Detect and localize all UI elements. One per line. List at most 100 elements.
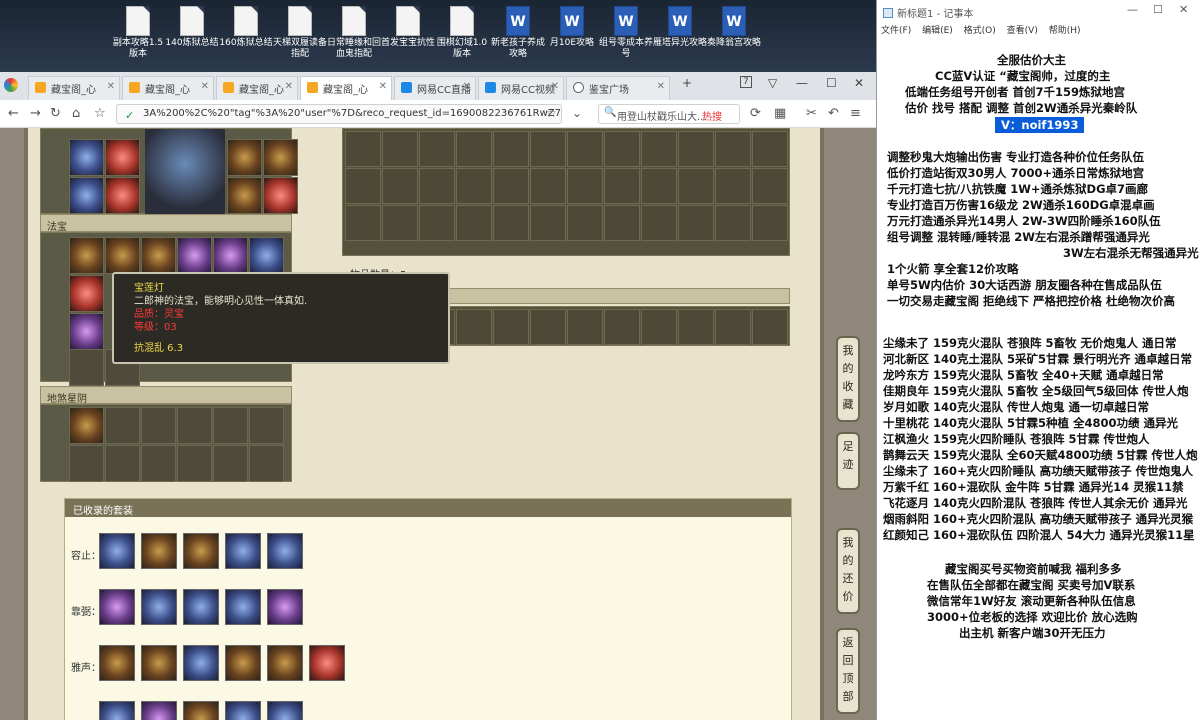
fabao-slot[interactable] <box>69 349 104 386</box>
inventory-slot[interactable] <box>604 309 640 345</box>
desktop-icon[interactable]: W 奏降翁宫攻略 <box>706 6 762 49</box>
set-item[interactable] <box>141 701 177 720</box>
inventory-slot[interactable] <box>752 309 788 345</box>
maximize-button[interactable]: ☐ <box>826 76 837 90</box>
close-window-button[interactable]: ✕ <box>854 76 864 90</box>
desktop-icon[interactable]: 天梯双履读备指配 <box>272 6 328 60</box>
inventory-slot[interactable] <box>345 205 381 241</box>
undo-icon[interactable]: ↶ <box>828 106 839 121</box>
equip-slot[interactable] <box>263 177 298 214</box>
close-icon[interactable]: ✕ <box>379 81 387 92</box>
set-item[interactable] <box>267 589 303 625</box>
set-item[interactable] <box>183 533 219 569</box>
diyin-slot[interactable] <box>213 445 248 482</box>
inventory-slot[interactable] <box>419 205 455 241</box>
url-input[interactable]: ✓ 3A%200%2C%20"tag"%3A%20"user"%7D&reco_r… <box>116 104 562 124</box>
desktop-icon[interactable]: 围棋幻域1.0版本 <box>434 6 490 60</box>
cut-icon[interactable]: ✂ <box>806 106 817 121</box>
inventory-slot[interactable] <box>567 168 603 204</box>
menu-format[interactable]: 格式(O) <box>964 26 996 36</box>
set-item[interactable] <box>99 589 135 625</box>
desktop-icon[interactable]: W 雁塔异光攻略 <box>652 6 708 49</box>
new-tab-button[interactable]: + <box>682 76 692 90</box>
hot-search-label[interactable]: 热搜 <box>702 108 722 123</box>
set-item[interactable] <box>99 701 135 720</box>
minimize-button[interactable]: — <box>796 76 808 90</box>
star-icon[interactable]: ☆ <box>546 106 557 120</box>
inventory-slot[interactable] <box>530 131 566 167</box>
set-item[interactable] <box>225 645 261 681</box>
equip-slot[interactable] <box>69 139 104 176</box>
inventory-slot[interactable] <box>382 205 418 241</box>
inventory-slot[interactable] <box>456 168 492 204</box>
inventory-slot[interactable] <box>715 205 751 241</box>
close-icon[interactable]: ✕ <box>201 81 209 92</box>
menu-icon[interactable]: ≡ <box>850 106 861 121</box>
set-item[interactable] <box>141 589 177 625</box>
set-item[interactable] <box>225 533 261 569</box>
set-item[interactable] <box>183 589 219 625</box>
fabao-slot[interactable] <box>141 237 176 274</box>
inventory-slot[interactable] <box>567 309 603 345</box>
back-icon[interactable]: ← <box>8 106 19 121</box>
my-favorites-button[interactable]: 我的收藏 <box>836 336 860 422</box>
diyin-slot[interactable] <box>69 445 104 482</box>
equip-slot[interactable] <box>227 139 262 176</box>
equip-slot[interactable] <box>263 139 298 176</box>
equip-slot[interactable] <box>69 177 104 214</box>
tab-cbg-2[interactable]: 藏宝阁_心 ✕ <box>122 76 214 100</box>
diyin-slot[interactable] <box>69 407 104 444</box>
desktop-icon[interactable]: W 组号零成本养号 <box>598 6 654 60</box>
tab-cbg-active[interactable]: 藏宝阁_心 ✕ <box>300 76 392 100</box>
inventory-slot[interactable] <box>641 205 677 241</box>
footprint-button[interactable]: 足迹 <box>836 432 860 490</box>
inventory-slot[interactable] <box>678 131 714 167</box>
close-icon[interactable]: ✕ <box>107 81 115 92</box>
tab-cbg-1[interactable]: 藏宝阁_心 ✕ <box>28 76 120 100</box>
desktop-icon[interactable]: 首发宝宝抗性 <box>380 6 436 49</box>
inventory-slot[interactable] <box>567 131 603 167</box>
equip-slot[interactable] <box>105 139 140 176</box>
diyin-slot[interactable] <box>213 407 248 444</box>
skin-icon[interactable]: ▽ <box>768 76 777 90</box>
diyin-slot[interactable] <box>249 445 284 482</box>
menu-help[interactable]: 帮助(H) <box>1049 26 1081 36</box>
inventory-slot[interactable] <box>678 168 714 204</box>
set-item[interactable] <box>225 701 261 720</box>
inventory-slot[interactable] <box>530 168 566 204</box>
inventory-slot[interactable] <box>752 205 788 241</box>
desktop-icon[interactable]: W 月10E攻略 <box>544 6 600 49</box>
tab-cbg-3[interactable]: 藏宝阁_心 ✕ <box>216 76 298 100</box>
inventory-slot[interactable] <box>382 168 418 204</box>
inventory-slot[interactable] <box>382 131 418 167</box>
set-item[interactable] <box>183 701 219 720</box>
inventory-slot[interactable] <box>641 131 677 167</box>
bookmark-icon[interactable]: ☆ <box>94 106 106 121</box>
set-item[interactable] <box>309 645 345 681</box>
inventory-slot[interactable] <box>678 309 714 345</box>
home-icon[interactable]: ⌂ <box>72 106 80 121</box>
inventory-slot[interactable] <box>493 168 529 204</box>
fabao-slot[interactable] <box>177 237 212 274</box>
diyin-slot[interactable] <box>177 445 212 482</box>
diyin-slot[interactable] <box>141 445 176 482</box>
inventory-slot[interactable] <box>752 131 788 167</box>
fabao-slot[interactable] <box>213 237 248 274</box>
reload-icon[interactable]: ↻ <box>50 106 61 121</box>
inventory-slot[interactable] <box>567 205 603 241</box>
inventory-slot[interactable] <box>641 168 677 204</box>
set-item[interactable] <box>267 645 303 681</box>
close-window-button[interactable]: ✕ <box>1179 3 1188 16</box>
inventory-slot[interactable] <box>456 131 492 167</box>
inventory-slot[interactable] <box>345 131 381 167</box>
tab-cc-video[interactable]: 网易CC视频 ✕ <box>478 76 564 100</box>
inventory-slot[interactable] <box>604 168 640 204</box>
inventory-slot[interactable] <box>604 205 640 241</box>
desktop-icon[interactable]: 160炼狱总结 <box>218 6 274 49</box>
diyin-slot[interactable] <box>249 407 284 444</box>
my-bargain-button[interactable]: 我的还价 <box>836 528 860 614</box>
inventory-slot[interactable] <box>419 131 455 167</box>
desktop-icon[interactable]: 日常睡缘和回血鬼指配 <box>326 6 382 60</box>
tab-count-icon[interactable]: 7 <box>740 76 752 88</box>
set-item[interactable] <box>141 645 177 681</box>
